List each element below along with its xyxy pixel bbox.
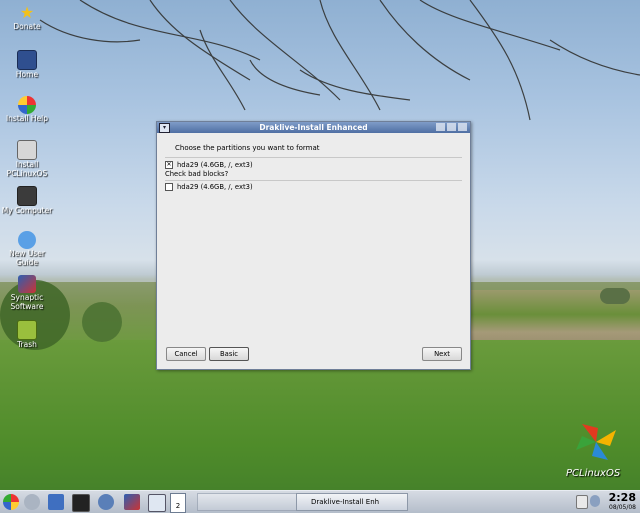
next-button[interactable]: Next (422, 347, 462, 361)
format-partition-checkbox[interactable]: ✕ (165, 161, 173, 169)
show-desktop-icon[interactable] (24, 494, 40, 510)
user-guide-icon (18, 231, 36, 249)
maximize-button[interactable] (447, 123, 456, 131)
task-button-draklive[interactable]: Draklive-Install Enh (296, 493, 408, 511)
browser-launcher-icon[interactable] (148, 494, 166, 512)
desktop-icon-home[interactable]: Home (0, 50, 54, 79)
install-icon (17, 140, 37, 160)
clock-time[interactable]: 2:28 (609, 491, 636, 504)
clock-date: 08/05/08 (609, 504, 636, 511)
task-button-inactive[interactable] (197, 493, 309, 511)
badblocks-partition-checkbox[interactable] (165, 183, 173, 191)
desktop-icon-synaptic[interactable]: Synaptic Software (0, 275, 54, 311)
badblocks-partition-option[interactable]: hda29 (4.6GB, /, ext3) (165, 183, 462, 191)
basic-button[interactable]: Basic (209, 347, 249, 361)
dialog-title: Draklive-Install Enhanced (259, 123, 368, 132)
badblocks-partition-label: hda29 (4.6GB, /, ext3) (177, 183, 253, 191)
task-button-label: Draklive-Install Enh (311, 498, 380, 506)
desktop-pager[interactable]: 2 (170, 493, 186, 513)
start-menu-icon[interactable] (3, 494, 19, 510)
synaptic-launcher-icon[interactable] (124, 494, 140, 510)
volume-icon[interactable] (590, 495, 600, 507)
bad-blocks-heading: Check bad blocks? (165, 170, 229, 178)
format-partition-label: hda29 (4.6GB, /, ext3) (177, 161, 253, 169)
tree-right (600, 288, 630, 304)
desktop-icon-donate[interactable]: ★ Donate (0, 3, 54, 32)
desktop-icon-install-help[interactable]: Install Help (0, 96, 54, 123)
help-icon (18, 96, 36, 114)
desktop-icon-new-user-guide[interactable]: New User Guide (0, 231, 54, 267)
computer-icon (17, 186, 37, 206)
dialog-prompt: Choose the partitions you want to format (175, 144, 320, 152)
divider (165, 157, 462, 158)
divider (165, 180, 462, 181)
format-partition-option[interactable]: ✕ hda29 (4.6GB, /, ext3) (165, 161, 462, 169)
file-manager-icon[interactable] (48, 494, 64, 510)
tray-icon[interactable] (576, 495, 588, 509)
trash-icon (17, 320, 37, 340)
synaptic-icon (18, 275, 36, 293)
brand-text: PCLinuxOS (566, 468, 621, 479)
tree-left-small (82, 302, 122, 342)
close-button[interactable] (458, 123, 467, 131)
pclinuxos-logo-icon (576, 424, 616, 460)
dialog-titlebar[interactable]: ▾ Draklive-Install Enhanced (157, 122, 470, 133)
taskbar: 2 Draklive-Install Enh 2:28 08/05/08 (0, 490, 640, 513)
control-center-icon[interactable] (98, 494, 114, 510)
desktop-icon-my-computer[interactable]: My Computer (0, 186, 54, 215)
star-icon: ★ (19, 3, 35, 22)
cancel-button[interactable]: Cancel (166, 347, 206, 361)
desktop-icon-trash[interactable]: Trash (0, 320, 54, 349)
installer-dialog: ▾ Draklive-Install Enhanced Choose the p… (156, 121, 471, 370)
terminal-icon[interactable] (72, 494, 90, 512)
home-folder-icon (17, 50, 37, 70)
dialog-content: Choose the partitions you want to format… (165, 138, 462, 369)
desktop-icon-install-pclinuxos[interactable]: Install PCLinuxOS (0, 140, 54, 178)
window-controls (436, 123, 467, 131)
minimize-button[interactable] (436, 123, 445, 131)
